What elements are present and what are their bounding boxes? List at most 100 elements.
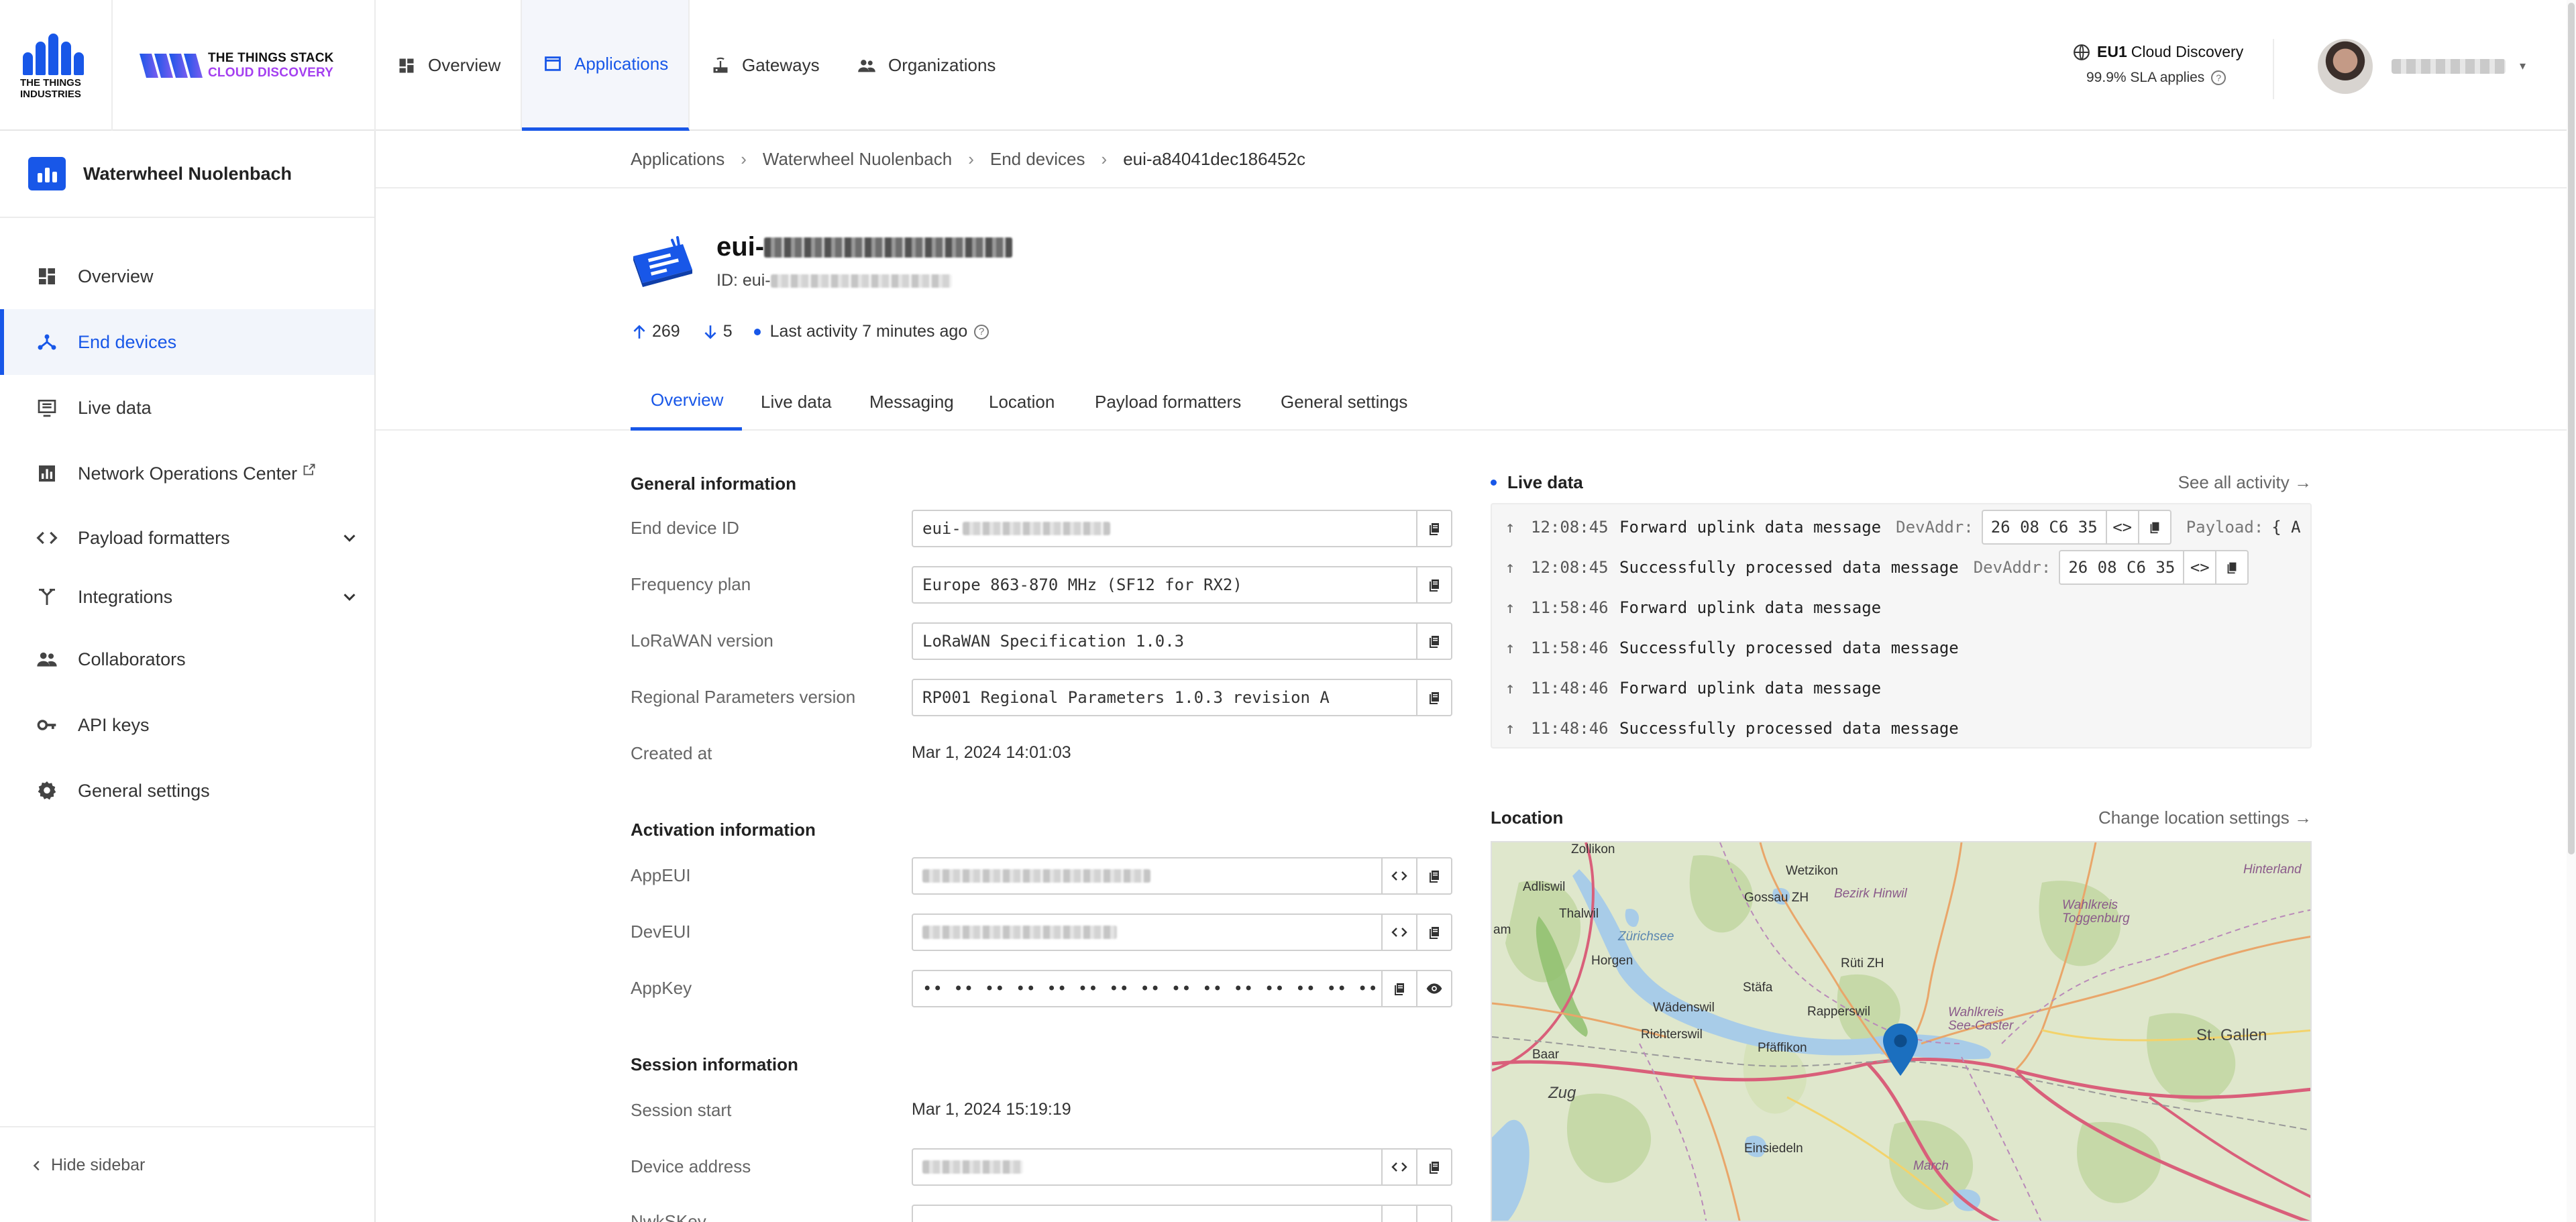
appeui-field xyxy=(912,857,1452,895)
location-marker-icon[interactable] xyxy=(1882,1023,1919,1076)
external-link-icon xyxy=(303,463,315,476)
code-icon xyxy=(1391,1162,1407,1172)
show-value-button[interactable] xyxy=(1416,1206,1451,1222)
help-icon[interactable]: ? xyxy=(974,324,989,339)
frequency-plan-label: Frequency plan xyxy=(631,574,751,594)
copy-button[interactable] xyxy=(1416,567,1451,602)
code-icon xyxy=(36,531,58,545)
show-value-button[interactable] xyxy=(1416,971,1451,1006)
nav-overview[interactable]: Overview xyxy=(376,0,522,131)
copy-button[interactable] xyxy=(2137,511,2170,543)
breadcrumb-end-devices[interactable]: End devices xyxy=(990,149,1085,170)
map-label: Wädenswil xyxy=(1653,1001,1715,1015)
nav-gateways[interactable]: Gateways xyxy=(690,0,830,131)
sidebar-item-end-devices[interactable]: End devices xyxy=(0,309,374,375)
copy-button[interactable] xyxy=(1416,624,1451,659)
map-label: Zürichsee xyxy=(1618,930,1674,944)
sidebar-item-api-keys[interactable]: API keys xyxy=(0,692,374,758)
user-avatar[interactable] xyxy=(2318,39,2373,94)
tab-general-settings[interactable]: General settings xyxy=(1281,373,1407,431)
copy-button[interactable] xyxy=(1416,680,1451,715)
live-data-row[interactable]: ↑ 11:58:46 Forward uplink data message xyxy=(1492,588,2310,628)
application-name: Waterwheel Nuolenbach xyxy=(83,163,292,184)
tab-live-data[interactable]: Live data xyxy=(761,373,832,431)
nav-organizations-label: Organizations xyxy=(888,55,996,75)
breadcrumb-separator-icon: › xyxy=(1101,148,1108,169)
nav-applications[interactable]: Applications xyxy=(522,0,690,131)
end-devices-icon xyxy=(38,334,56,350)
application-icon xyxy=(28,157,66,190)
sidebar-item-payload-formatters[interactable]: Payload formatters xyxy=(0,505,374,571)
scrollbar-thumb[interactable] xyxy=(2568,3,2575,854)
copy-icon xyxy=(1430,1162,1439,1174)
copy-icon xyxy=(1430,523,1439,535)
copy-icon xyxy=(1430,636,1439,648)
cluster-selector[interactable]: EU1 Cloud Discovery 99.9% SLA applies ? xyxy=(2053,39,2274,99)
location-title: Location xyxy=(1491,808,1564,828)
gear-icon xyxy=(38,781,56,800)
live-data-row[interactable]: ↑ 11:58:46 Successfully processed data m… xyxy=(1492,628,2310,668)
change-location-settings-link[interactable]: Change location settings → xyxy=(2098,808,2312,828)
dashboard-icon xyxy=(39,268,55,284)
toggle-byte-format-button[interactable] xyxy=(1381,1150,1416,1184)
toggle-byte-format-button[interactable] xyxy=(1381,915,1416,950)
location-map[interactable]: Zollikon Adliswil Thalwil am Horgen Wäde… xyxy=(1491,841,2312,1222)
see-all-activity-link[interactable]: See all activity → xyxy=(2178,472,2312,493)
copy-icon xyxy=(1430,871,1439,883)
arrow-down-icon xyxy=(704,325,716,339)
breadcrumb-application[interactable]: Waterwheel Nuolenbach xyxy=(763,149,952,170)
the-things-industries-logo[interactable]: THE THINGS INDUSTRIES xyxy=(0,0,113,131)
the-things-stack-logo[interactable]: THE THINGS STACK CLOUD DISCOVERY xyxy=(113,0,376,131)
dashboard-icon xyxy=(399,58,414,72)
map-label: Adliswil xyxy=(1523,880,1566,894)
user-name-redacted[interactable] xyxy=(2392,59,2506,74)
code-icon[interactable]: <> xyxy=(2183,551,2215,584)
live-data-row[interactable]: ↑ 12:08:45 Forward uplink data message D… xyxy=(1492,507,2310,547)
help-icon[interactable]: ? xyxy=(2211,70,2226,85)
live-data-row[interactable]: ↑ 11:48:46 Successfully processed data m… xyxy=(1492,708,2310,747)
breadcrumb-separator-icon: › xyxy=(741,148,747,169)
live-data-header: Live data See all activity → xyxy=(1491,471,2312,498)
code-icon[interactable]: <> xyxy=(2105,511,2138,543)
map-label: Wahlkreis Toggenburg xyxy=(2062,898,2130,926)
end-device-id-field: eui- xyxy=(912,510,1452,547)
copy-button[interactable] xyxy=(2215,551,2247,584)
page-scrollbar[interactable] xyxy=(2567,0,2576,1222)
appkey-field: •• •• •• •• •• •• •• •• •• •• •• •• •• •… xyxy=(912,970,1452,1007)
sidebar-item-live-data[interactable]: Live data xyxy=(0,375,374,441)
chevron-down-icon[interactable] xyxy=(339,528,360,548)
nav-organizations[interactable]: Organizations xyxy=(830,0,1018,131)
sidebar-item-general-settings[interactable]: General settings xyxy=(0,758,374,824)
tab-messaging[interactable]: Messaging xyxy=(869,373,954,431)
live-data-row[interactable]: ↑ 11:48:46 Forward uplink data message xyxy=(1492,668,2310,708)
user-menu-caret-icon[interactable]: ▾ xyxy=(2520,59,2526,73)
tab-location[interactable]: Location xyxy=(989,373,1055,431)
chevron-down-icon[interactable] xyxy=(339,587,360,607)
copy-button[interactable] xyxy=(1381,1206,1416,1222)
downlink-count: 5 xyxy=(702,322,733,341)
sla-text: 99.9% SLA applies xyxy=(2086,70,2205,85)
sidebar-item-collaborators[interactable]: Collaborators xyxy=(0,626,374,692)
sidebar: Waterwheel Nuolenbach Overview End devic… xyxy=(0,131,376,1222)
sidebar-application-header[interactable]: Waterwheel Nuolenbach xyxy=(0,131,374,218)
sidebar-item-network-operations-center[interactable]: Network Operations Center xyxy=(0,441,374,506)
eye-icon xyxy=(1426,983,1442,994)
device-id: ID: eui- xyxy=(716,271,952,290)
sidebar-item-overview[interactable]: Overview xyxy=(0,243,374,309)
live-data-row[interactable]: ↑ 12:08:45 Successfully processed data m… xyxy=(1492,547,2310,588)
copy-button[interactable] xyxy=(1416,915,1451,950)
hide-sidebar-button[interactable]: Hide sidebar xyxy=(30,1156,145,1175)
tab-overview[interactable]: Overview xyxy=(631,373,742,431)
copy-button[interactable] xyxy=(1416,1150,1451,1184)
copy-button[interactable] xyxy=(1416,511,1451,546)
sidebar-item-integrations[interactable]: Integrations xyxy=(0,564,374,630)
globe-icon xyxy=(2074,44,2090,60)
toggle-byte-format-button[interactable] xyxy=(1381,858,1416,893)
uplink-arrow-icon: ↑ xyxy=(1505,518,1515,537)
uplink-arrow-icon: ↑ xyxy=(1505,679,1515,698)
copy-button[interactable] xyxy=(1381,971,1416,1006)
breadcrumb-applications[interactable]: Applications xyxy=(631,149,724,170)
tab-payload-formatters[interactable]: Payload formatters xyxy=(1095,373,1241,431)
copy-button[interactable] xyxy=(1416,858,1451,893)
activation-information-title: Activation information xyxy=(631,820,816,840)
